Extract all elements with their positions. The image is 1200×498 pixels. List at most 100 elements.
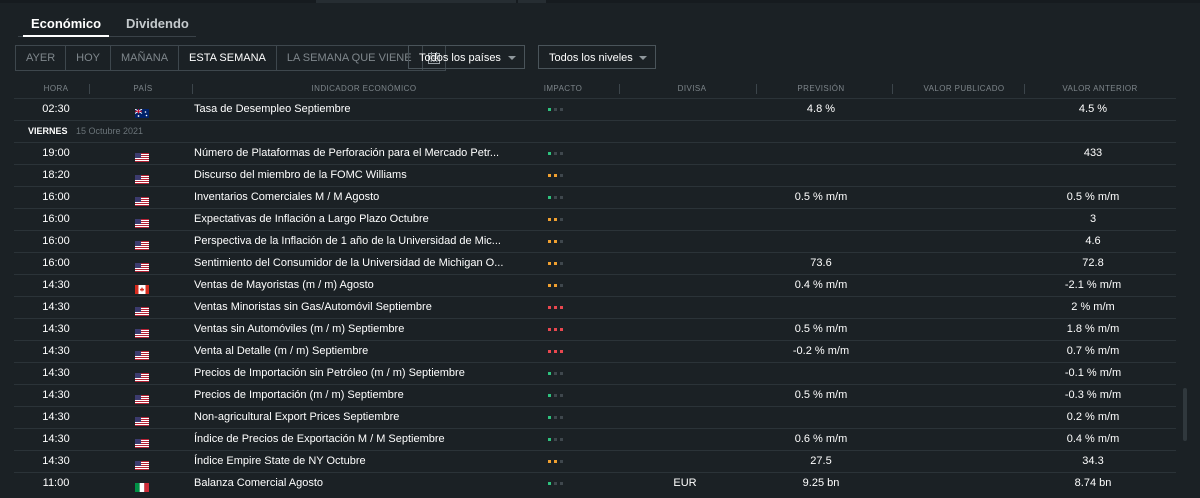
filter-manana-button[interactable]: MAÑANA	[111, 46, 180, 70]
impact-dot	[548, 328, 551, 331]
impact-dot	[554, 350, 557, 353]
event-time: 14:30	[42, 279, 70, 291]
table-row[interactable]: 14:30 Índice Empire State de NY Octubre 27…	[14, 450, 1176, 472]
impact-dot	[548, 196, 551, 199]
event-time: 16:00	[42, 235, 70, 247]
impact-indicator	[548, 416, 563, 419]
impact-dot	[560, 262, 563, 265]
table-row[interactable]: 14:30 Non-agricultural Export Prices Sept…	[14, 406, 1176, 428]
flag-us-icon	[135, 259, 149, 272]
chevron-down-icon	[508, 56, 516, 60]
impact-dot	[554, 482, 557, 485]
country-select[interactable]: Todos los países	[408, 45, 525, 69]
filter-ayer-button[interactable]: AYER	[16, 46, 67, 70]
event-forecast: 0.5 % m/m	[794, 389, 848, 401]
event-time: 14:30	[42, 323, 70, 335]
table-row[interactable]: 14:30 Ventas de Mayoristas (m / m) Agosto…	[14, 274, 1176, 296]
event-previous: -0.1 % m/m	[1064, 367, 1122, 379]
table-row[interactable]: 16:00 Expectativas de Inflación a Largo P…	[14, 208, 1176, 230]
event-previous: 34.3	[1082, 455, 1104, 467]
impact-dot	[554, 196, 557, 199]
table-row[interactable]: 16:00 Sentimiento del Consumidor de la Un…	[14, 252, 1176, 274]
impact-dot	[560, 460, 563, 463]
table-row[interactable]: 16:00 Inventarios Comerciales M / M Agost…	[14, 186, 1176, 208]
impact-dot	[548, 262, 551, 265]
event-indicator: Expectativas de Inflación a Largo Plazo …	[194, 213, 429, 225]
impact-dot	[548, 218, 551, 221]
impact-dot	[560, 416, 563, 419]
filter-semana-que-viene-button[interactable]: LA SEMANA QUE VIENE	[277, 46, 423, 70]
impact-indicator	[548, 218, 563, 221]
table-row[interactable]: 18:20 Discurso del miembro de la FOMC Wil…	[14, 164, 1176, 186]
table-row[interactable]: 14:30 Índice de Precios de Exportación M …	[14, 428, 1176, 450]
event-indicator: Inventarios Comerciales M / M Agosto	[194, 191, 380, 203]
column-divider	[892, 84, 893, 94]
table-row[interactable]: 11:00 Balanza Comercial Agosto EUR 9.25 bn 8…	[14, 472, 1176, 494]
table-row[interactable]: 02:30 Tasa de Desempleo Septiembre 4.8 %…	[14, 98, 1176, 120]
event-previous: 0.5 % m/m	[1066, 191, 1120, 203]
impact-dot	[548, 284, 551, 287]
col-valor-anterior: VALOR ANTERIOR	[1062, 84, 1138, 93]
impact-indicator	[548, 284, 563, 287]
table-row[interactable]: 14:30 Ventas Minoristas sin Gas/Automóvil…	[14, 296, 1176, 318]
table-row[interactable]: 14:30 Ventas sin Automóviles (m / m) Sept…	[14, 318, 1176, 340]
impact-dot	[554, 372, 557, 375]
impact-dot	[548, 460, 551, 463]
flag-australia-icon	[134, 105, 149, 118]
impact-indicator	[548, 372, 563, 375]
event-previous: 0.2 % m/m	[1066, 411, 1120, 423]
day-name: VIERNES	[28, 126, 68, 136]
event-time: 14:30	[42, 301, 70, 313]
event-time: 19:00	[42, 147, 70, 159]
flag-us-icon	[135, 347, 149, 360]
impact-dot	[560, 240, 563, 243]
scrollbar-thumb[interactable]	[1183, 388, 1187, 441]
event-forecast: 0.5 % m/m	[794, 323, 848, 335]
event-forecast: 0.6 % m/m	[794, 433, 848, 445]
table-row[interactable]: 14:30 Precios de Importación (m / m) Sept…	[14, 384, 1176, 406]
impact-dot	[560, 438, 563, 441]
table-row[interactable]: 14:30 Precios de Importación sin Petróleo…	[14, 362, 1176, 384]
event-currency: EUR	[673, 477, 697, 489]
top-strip-segment	[518, 0, 546, 3]
impact-indicator	[548, 174, 563, 177]
tab-dividendo[interactable]: Dividendo	[126, 14, 189, 34]
impact-dot	[560, 328, 563, 331]
column-divider	[1024, 84, 1025, 94]
event-indicator: Sentimiento del Consumidor de la Univers…	[194, 257, 504, 269]
event-indicator: Perspectiva de la Inflación de 1 año de …	[194, 235, 501, 247]
flag-us-icon	[135, 149, 149, 162]
event-indicator: Discurso del miembro de la FOMC Williams	[194, 169, 407, 181]
impact-indicator	[548, 482, 563, 485]
impact-dot	[554, 152, 557, 155]
flag-us-icon	[135, 325, 149, 338]
event-previous: 1.8 % m/m	[1066, 323, 1120, 335]
impact-dot	[548, 372, 551, 375]
column-divider	[192, 84, 193, 94]
impact-dot	[560, 482, 563, 485]
col-prevision: PREVISIÓN	[797, 84, 845, 93]
table-row[interactable]: 14:30 Venta al Detalle (m / m) Septiembre…	[14, 340, 1176, 362]
event-forecast: 0.5 % m/m	[794, 191, 848, 203]
flag-us-icon	[135, 171, 149, 184]
event-time: 16:00	[42, 257, 70, 269]
table-row[interactable]: 19:00 Número de Plataformas de Perforació…	[14, 142, 1176, 164]
event-indicator: Precios de Importación sin Petróleo (m /…	[194, 367, 465, 379]
impact-dot	[554, 416, 557, 419]
impact-dot	[548, 482, 551, 485]
event-indicator: Non-agricultural Export Prices Septiembr…	[194, 411, 400, 423]
day-header-row: VIERNES 15 Octubre 2021	[14, 120, 1176, 142]
filter-hoy-button[interactable]: HOY	[66, 46, 111, 70]
column-divider	[619, 84, 620, 94]
level-select[interactable]: Todos los niveles	[538, 45, 656, 69]
flag-us-icon	[135, 369, 149, 382]
tab-economico[interactable]: Económico	[22, 14, 110, 37]
col-valor-publicado: VALOR PUBLICADO	[923, 84, 1005, 93]
col-divisa: DIVISA	[677, 84, 707, 93]
impact-dot	[548, 416, 551, 419]
impact-dot	[560, 152, 563, 155]
event-previous: 72.8	[1082, 257, 1104, 269]
table-row[interactable]: 16:00 Perspectiva de la Inflación de 1 añ…	[14, 230, 1176, 252]
event-time: 14:30	[42, 433, 70, 445]
filter-esta-semana-button[interactable]: ESTA SEMANA	[179, 46, 277, 70]
